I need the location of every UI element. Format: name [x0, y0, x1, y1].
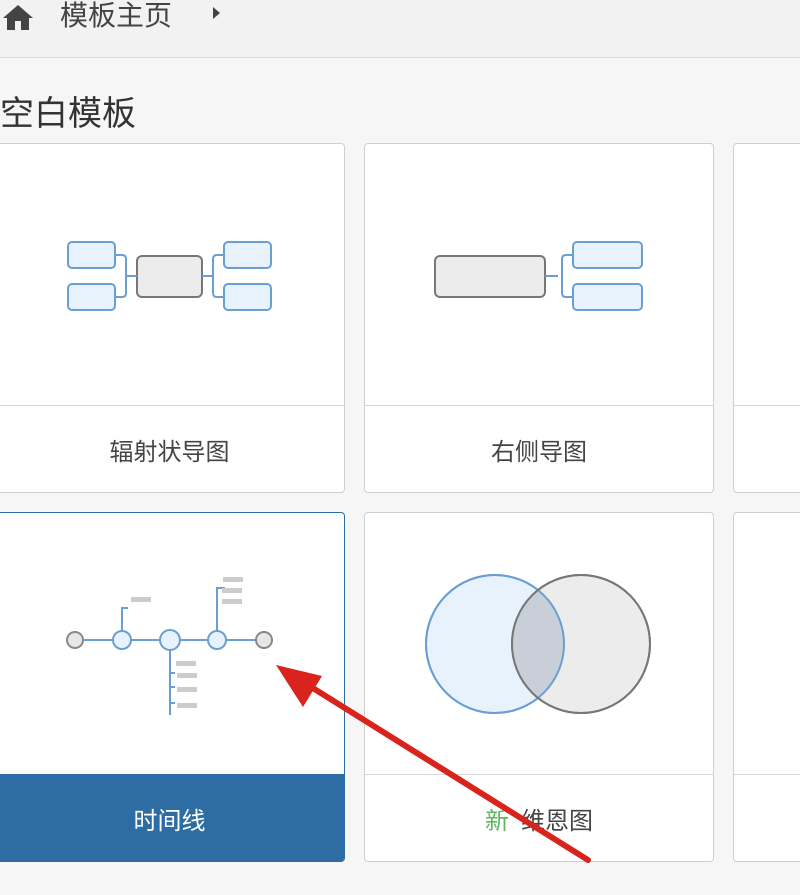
template-card-partial[interactable] — [733, 512, 800, 862]
venn-diagram-icon — [425, 574, 651, 714]
breadcrumb-current[interactable]: 模板主页 — [60, 0, 172, 36]
section-title: 空白模板 — [0, 94, 136, 134]
template-card-partial[interactable] — [733, 143, 800, 493]
template-card-right-map[interactable]: 右侧导图 — [364, 143, 714, 493]
new-badge: 新 — [485, 806, 509, 835]
template-label: 时间线 — [0, 774, 344, 861]
template-card-radial[interactable]: 辐射状导图 — [0, 143, 345, 493]
template-label-partial — [734, 774, 800, 861]
template-label-partial — [734, 405, 800, 492]
template-card-venn[interactable]: 新 维恩图 — [364, 512, 714, 862]
right-map-icon — [434, 241, 643, 311]
template-label: 辐射状导图 — [0, 405, 344, 492]
radial-map-icon — [67, 241, 272, 311]
template-label-text: 维恩图 — [521, 806, 593, 835]
template-card-timeline[interactable]: 时间线 — [0, 512, 345, 862]
template-label: 右侧导图 — [365, 405, 713, 492]
template-label: 新 维恩图 — [365, 774, 713, 861]
timeline-icon — [66, 577, 273, 715]
caret-right-icon[interactable] — [211, 6, 221, 20]
breadcrumb-bar: 模板主页 — [0, 0, 800, 58]
home-icon[interactable] — [1, 2, 35, 30]
